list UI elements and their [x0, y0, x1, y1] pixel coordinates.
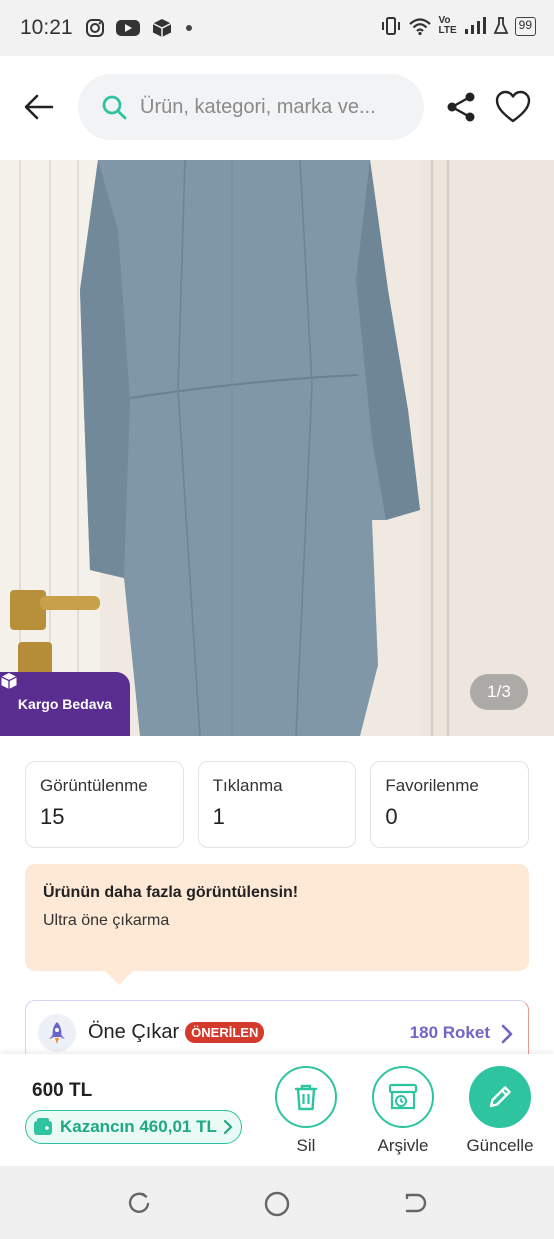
- share-icon[interactable]: [444, 90, 478, 124]
- update-button[interactable]: Güncelle: [455, 1066, 545, 1156]
- status-bar: 10:21 Vo LTE 99: [0, 0, 554, 56]
- stat-value: 0: [385, 804, 398, 829]
- archive-button[interactable]: Arşivle: [358, 1066, 448, 1156]
- update-label: Güncelle: [466, 1136, 534, 1155]
- photo-page-indicator: 1/3: [470, 674, 528, 710]
- back-icon[interactable]: [401, 1190, 429, 1218]
- signal-icon: [464, 17, 486, 34]
- box-icon: [1, 673, 17, 689]
- stat-label: Tıklanma: [212, 776, 283, 795]
- trash-icon: [294, 1084, 318, 1111]
- stat-label: Görüntülenme: [40, 776, 148, 795]
- status-time: 10:21: [20, 16, 73, 39]
- wifi-icon: [409, 18, 432, 36]
- archive-circle: [372, 1066, 434, 1128]
- listing-stats: Görüntülenme 15 Tıklanma 1 Favorilenme 0: [25, 761, 530, 848]
- chevron-right-icon: [501, 1024, 513, 1044]
- search-placeholder: Ürün, kategori, marka ve...: [140, 95, 376, 118]
- free-shipping-badge: Kargo Bedava: [0, 672, 130, 736]
- delete-button[interactable]: Sil: [261, 1066, 351, 1156]
- stat-favorites: Favorilenme 0: [370, 761, 530, 848]
- system-nav-bar: [0, 1166, 554, 1239]
- listing-price: 600 TL: [32, 1080, 93, 1101]
- volte-icon: Vo LTE: [438, 16, 456, 36]
- promotion-tooltip: Ürünün daha fazla görüntülensin! Ultra ö…: [25, 864, 529, 985]
- status-system-icons: Vo LTE 99: [380, 16, 536, 36]
- recent-apps-icon[interactable]: [125, 1190, 153, 1218]
- promotion-title: Ürünün daha fazla görüntülensin!: [43, 884, 299, 901]
- earnings-button[interactable]: Kazancın 460,01 TL: [25, 1110, 242, 1144]
- youtube-icon: [115, 20, 140, 36]
- delete-circle: [275, 1066, 337, 1128]
- home-icon[interactable]: [263, 1190, 291, 1218]
- stat-views: Görüntülenme 15: [25, 761, 184, 848]
- vibrate-icon: [382, 17, 401, 35]
- earnings-label: Kazancın 460,01 TL: [60, 1117, 217, 1136]
- promotion-subtitle: Ultra öne çıkarma: [43, 912, 170, 929]
- recommended-badge: ÖNERİLEN: [185, 1022, 265, 1043]
- package-icon: [152, 19, 171, 37]
- battery-indicator: 99: [514, 16, 536, 36]
- heart-icon[interactable]: [494, 88, 532, 126]
- instagram-icon: [85, 19, 104, 37]
- stat-value: 15: [40, 804, 65, 829]
- search-input[interactable]: Ürün, kategori, marka ve...: [78, 74, 424, 140]
- rocket-icon: [38, 1013, 76, 1052]
- boost-price: 180 Roket: [409, 1023, 490, 1042]
- free-shipping-label: Kargo Bedava: [17, 696, 113, 712]
- stat-value: 1: [212, 804, 225, 829]
- chevron-right-icon: [223, 1119, 232, 1135]
- archive-icon: [388, 1083, 418, 1110]
- product-image: [0, 160, 554, 736]
- dot-icon: [185, 25, 192, 31]
- product-photo[interactable]: Kargo Bedava 1/3: [0, 160, 554, 736]
- search-icon: [102, 95, 127, 120]
- boost-title: Öne Çıkar: [88, 1021, 180, 1043]
- volte-label-bottom: LTE: [438, 25, 457, 36]
- stat-clicks: Tıklanma 1: [197, 761, 357, 848]
- stat-label: Favorilenme: [385, 776, 479, 795]
- top-bar: Ürün, kategori, marka ve...: [0, 56, 554, 160]
- pencil-icon: [489, 1086, 511, 1108]
- wallet-icon: [34, 1118, 52, 1135]
- action-bar: 600 TL Kazancın 460,01 TL Sil Arşivle Gü…: [0, 1054, 554, 1166]
- lab-icon: [493, 17, 509, 34]
- status-notification-icons: [85, 17, 195, 39]
- back-arrow-icon[interactable]: [20, 88, 58, 126]
- archive-label: Arşivle: [377, 1136, 429, 1155]
- delete-label: Sil: [296, 1136, 316, 1155]
- update-circle: [469, 1066, 531, 1128]
